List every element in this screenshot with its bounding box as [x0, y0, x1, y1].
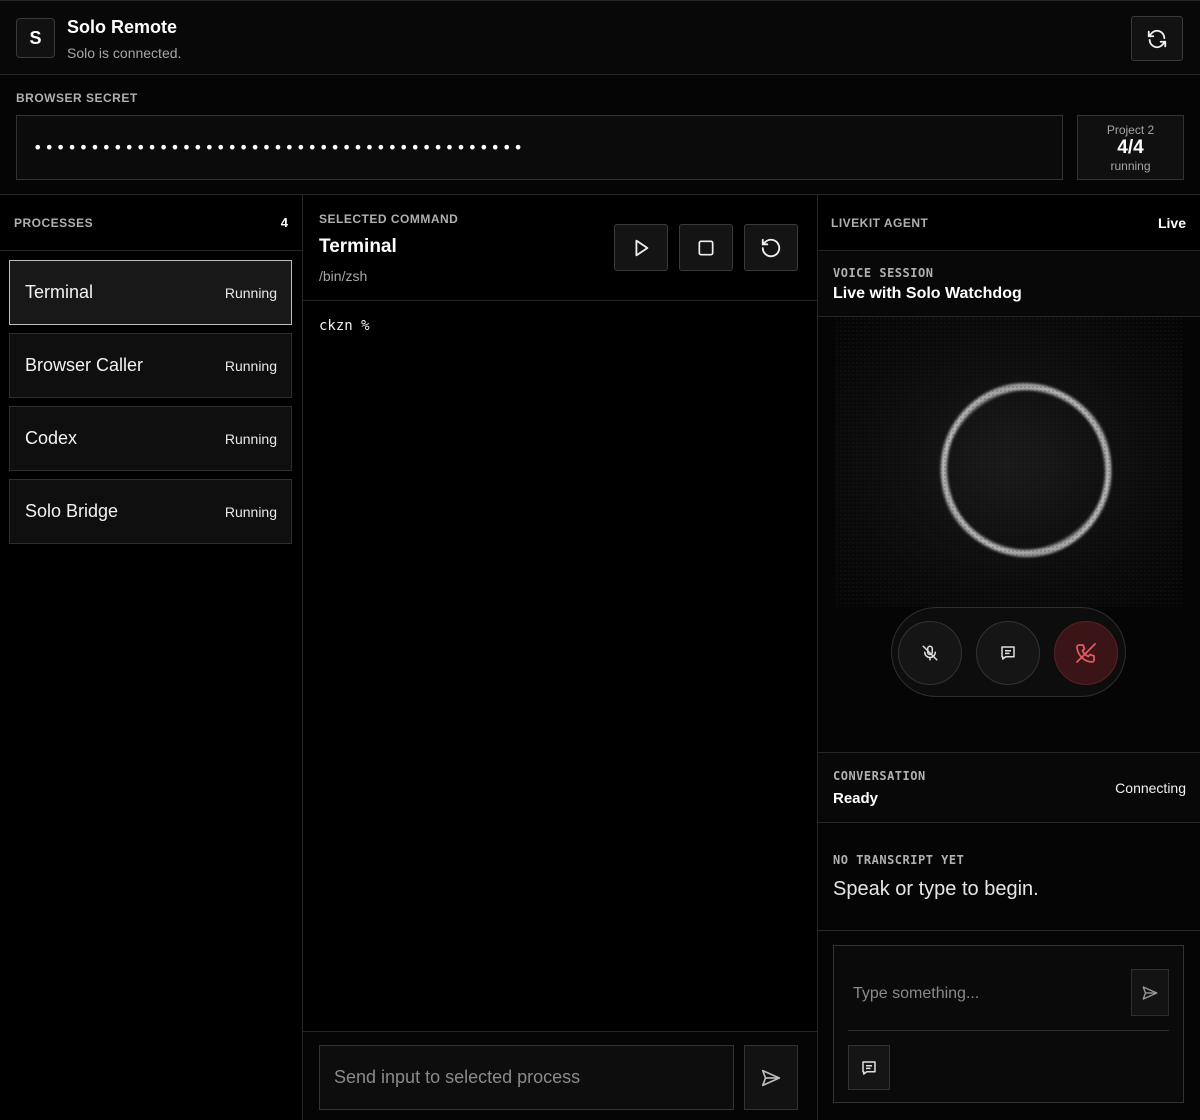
processes-count: 4: [280, 215, 288, 230]
chat-button[interactable]: [976, 621, 1040, 685]
terminal-prompt: ckzn %: [319, 318, 370, 334]
agent-header: LIVEKIT AGENT Live: [818, 195, 1200, 251]
browser-secret-input[interactable]: [16, 115, 1063, 180]
refresh-icon: [1147, 29, 1167, 48]
call-controls: [891, 607, 1126, 697]
app-title: Solo Remote: [67, 17, 178, 37]
send-icon: [1142, 985, 1158, 1000]
restart-icon: [761, 238, 781, 257]
conversation-title: Ready: [833, 790, 879, 807]
stop-icon: [698, 240, 714, 255]
browser-secret-section: BROWSER SECRET Project 2 4/4 running: [0, 75, 1200, 195]
process-item-codex[interactable]: Codex Running: [9, 406, 292, 471]
chat-composer: [833, 945, 1184, 1103]
app-logo: S: [16, 18, 55, 58]
audio-orb: [940, 383, 1112, 557]
chat-divider: [848, 1030, 1169, 1031]
process-state: Running: [224, 285, 277, 301]
terminal-output[interactable]: ckzn %: [303, 301, 817, 1032]
command-title: Terminal: [319, 236, 397, 257]
conversation-state: Connecting: [1115, 780, 1186, 796]
end-call-icon: [1076, 643, 1096, 663]
conversation-header: CONVERSATION Ready Connecting: [818, 752, 1200, 823]
command-panel: SELECTED COMMAND Terminal /bin/zsh ckzn …: [303, 195, 818, 1120]
start-button[interactable]: [614, 224, 668, 271]
processes-panel: PROCESSES 4 Terminal Running Browser Cal…: [0, 195, 303, 1120]
voice-session-header: VOICE SESSION Live with Solo Watchdog: [818, 251, 1200, 317]
agent-status: Live: [1157, 215, 1186, 231]
process-item-solo-bridge[interactable]: Solo Bridge Running: [9, 479, 292, 544]
browser-secret-label: BROWSER SECRET: [16, 91, 138, 105]
process-state: Running: [224, 431, 277, 447]
mic-off-icon: [922, 645, 938, 661]
process-item-terminal[interactable]: Terminal Running: [9, 260, 292, 325]
chat-send-button[interactable]: [1131, 969, 1169, 1016]
process-input[interactable]: [319, 1045, 734, 1110]
voice-session-title: Live with Solo Watchdog: [833, 285, 1022, 302]
voice-session-label: VOICE SESSION: [833, 266, 934, 280]
send-icon: [761, 1069, 781, 1086]
app-header: S Solo Remote Solo is connected.: [0, 0, 1200, 75]
process-name: Solo Bridge: [25, 501, 119, 521]
agent-panel: LIVEKIT AGENT Live VOICE SESSION Live wi…: [818, 195, 1200, 1120]
chat-icon: [1001, 646, 1015, 660]
transcript-area: NO TRANSCRIPT YET Speak or type to begin…: [818, 823, 1200, 931]
mute-button[interactable]: [898, 621, 962, 685]
process-name: Terminal: [25, 282, 94, 302]
transcript-hint: Speak or type to begin.: [833, 878, 1039, 900]
project-running-count: 4/4: [1117, 137, 1144, 158]
project-summary: Project 2 4/4 running: [1077, 115, 1184, 180]
chat-toggle-button[interactable]: [848, 1045, 890, 1090]
voice-visualizer: [818, 317, 1200, 753]
process-item-browser-caller[interactable]: Browser Caller Running: [9, 333, 292, 398]
refresh-button[interactable]: [1131, 16, 1183, 61]
restart-button[interactable]: [744, 224, 798, 271]
process-name: Codex: [25, 428, 78, 448]
command-header: SELECTED COMMAND Terminal /bin/zsh: [303, 195, 817, 301]
selected-command-label: SELECTED COMMAND: [319, 212, 459, 226]
project-running-label: running: [1110, 159, 1151, 173]
connection-status: Solo is connected.: [67, 45, 182, 61]
process-state: Running: [224, 358, 277, 374]
visualizer-background: [835, 317, 1182, 607]
command-path: /bin/zsh: [319, 268, 368, 284]
stop-button[interactable]: [679, 224, 733, 271]
process-input-bar: [303, 1031, 817, 1120]
project-name: Project 2: [1106, 123, 1155, 137]
processes-label: PROCESSES: [14, 216, 94, 230]
processes-header: PROCESSES 4: [0, 195, 302, 251]
conversation-label: CONVERSATION: [833, 769, 926, 783]
end-call-button[interactable]: [1054, 621, 1118, 685]
transcript-label: NO TRANSCRIPT YET: [833, 853, 965, 867]
process-state: Running: [224, 504, 277, 520]
chat-icon: [862, 1060, 876, 1075]
chat-input[interactable]: [835, 947, 1125, 1017]
play-icon: [635, 239, 649, 256]
send-input-button[interactable]: [744, 1045, 798, 1110]
process-name: Browser Caller: [25, 355, 144, 375]
agent-label: LIVEKIT AGENT: [831, 216, 929, 230]
